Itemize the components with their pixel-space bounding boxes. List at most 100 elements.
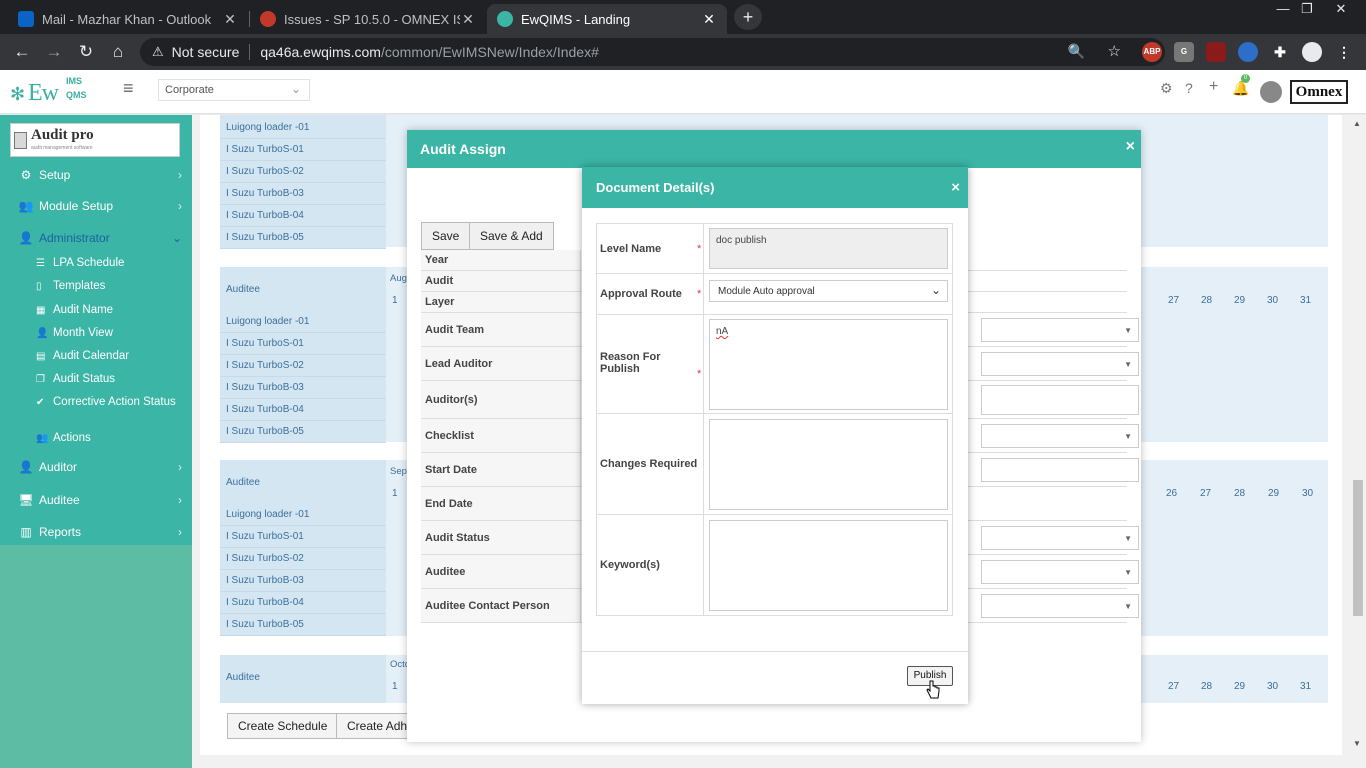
table-row: I Suzu TurboB-05 (220, 421, 386, 443)
sidebar-item-module-setup[interactable]: 👥 Module Setup › (0, 193, 192, 219)
menu-icon[interactable]: ⋮ (1334, 42, 1354, 62)
audit-status-select[interactable]: ▼ (981, 526, 1139, 550)
plus-icon[interactable]: + (1209, 78, 1218, 96)
table-row: Luigong loader -01 (220, 117, 386, 139)
field-label: Approval Route (597, 274, 704, 314)
auditors-input[interactable] (981, 385, 1139, 415)
field-label: Audit Team (421, 313, 581, 346)
table-row: I Suzu TurboB-05 (220, 227, 386, 249)
new-tab-button[interactable]: + (734, 4, 762, 30)
sidebar-item-corrective-action-status[interactable]: ✔ Corrective Action Status (36, 396, 186, 409)
keywords-textarea[interactable] (709, 520, 948, 611)
day-number: 1 (392, 295, 398, 306)
browser-tab-ewqims[interactable]: EwQIMS - Landing ✕ (487, 4, 727, 34)
help-icon[interactable]: ? (1185, 80, 1193, 96)
day-number: 28 (1234, 488, 1246, 499)
notification-badge: 0 (1241, 74, 1250, 83)
forward-icon[interactable]: → (42, 40, 66, 64)
sidebar-sub-label: Templates (53, 280, 106, 292)
sidebar-item-actions[interactable]: 👥 Actions (36, 432, 186, 445)
field-label: Auditee (421, 555, 581, 588)
home-icon[interactable]: ⌂ (106, 40, 130, 64)
site-select[interactable]: Corporate ⌄ (158, 79, 310, 101)
ewqims-logo[interactable]: ✻ Ew IMS QMS (10, 76, 100, 108)
form-row-changes-required: Changes Required (596, 413, 953, 515)
address-bar[interactable]: ⚠ Not secure qa46a.ewqims.com /common/Ew… (140, 38, 1165, 66)
sidebar-lower (0, 545, 192, 768)
page-scrollbar[interactable]: ▲ ▼ (1350, 115, 1366, 768)
save-and-add-button[interactable]: Save & Add (469, 222, 554, 250)
zoom-icon[interactable]: 🔍 (1068, 43, 1085, 60)
back-icon[interactable]: ← (10, 40, 34, 64)
adblock-icon[interactable]: ABP (1142, 42, 1162, 62)
chevron-down-icon: ⌄ (930, 283, 941, 297)
sidebar-item-auditor[interactable]: 👤 Auditor › (0, 454, 192, 480)
form-row-level-name: Level Name * doc publish (596, 223, 953, 274)
day-number: 30 (1267, 681, 1279, 692)
reload-icon[interactable]: ↻ (74, 40, 98, 64)
sidebar-item-setup[interactable]: ⚙ Setup › (0, 162, 192, 188)
hamburger-icon[interactable]: ≡ (123, 78, 134, 99)
sidebar-sub-label: Audit Status (53, 373, 116, 385)
gear-icon[interactable]: ⚙ (1160, 80, 1173, 97)
logo-ims: IMS (66, 76, 83, 86)
field-label: End Date (421, 487, 581, 520)
browser-tab-issues[interactable]: Issues - SP 10.5.0 - OMNEX ISSUE ✕ (250, 4, 486, 34)
sidebar-item-lpa-schedule[interactable]: ☰ LPA Schedule (36, 257, 186, 270)
profile-icon[interactable] (1302, 42, 1322, 62)
save-button[interactable]: Save (421, 222, 471, 250)
auditee-contact-select[interactable]: ▼ (981, 594, 1139, 618)
calendar-icon: ▦ (36, 305, 46, 316)
close-icon[interactable]: ✕ (460, 11, 476, 28)
puzzle-icon[interactable]: ✚ (1270, 42, 1290, 62)
start-date-input[interactable] (981, 458, 1139, 482)
sidebar-item-audit-calendar[interactable]: ▤ Audit Calendar (36, 350, 186, 363)
close-window-icon[interactable]: ✕ (1326, 0, 1356, 20)
checklist-select[interactable]: ▼ (981, 424, 1139, 448)
security-label: Not secure (171, 44, 240, 60)
sidebar-item-administrator[interactable]: 👤 Administrator ⌄ (0, 225, 192, 251)
avatar[interactable] (1260, 81, 1282, 103)
tab-title: Mail - Mazhar Khan - Outlook (42, 11, 212, 27)
lead-auditor-select[interactable]: ▼ (981, 352, 1139, 376)
auditee-header: Auditee (220, 460, 386, 504)
sidebar-item-reports[interactable]: ▥ Reports › (0, 519, 192, 545)
close-icon[interactable]: ✕ (222, 11, 238, 28)
day-number: 1 (392, 488, 398, 499)
auditee-select[interactable]: ▼ (981, 560, 1139, 584)
sidebar-item-templates[interactable]: ▯ Templates (36, 280, 186, 293)
chrome-extension-icon[interactable] (1238, 42, 1258, 62)
sidebar-item-auditee[interactable]: 🖥 Auditee › (0, 487, 192, 513)
chevron-right-icon: › (178, 199, 182, 213)
create-schedule-button[interactable]: Create Schedule (227, 713, 339, 739)
presentation-icon: 🖥 (18, 493, 34, 507)
close-icon[interactable]: × (951, 179, 960, 196)
sidebar-item-label: Setup (39, 168, 71, 182)
restore-icon[interactable]: ❐ (1292, 0, 1322, 20)
approval-route-select[interactable]: Module Auto approval ⌄ (709, 280, 948, 302)
scroll-thumb[interactable] (1353, 480, 1363, 616)
reason-textarea[interactable]: nA (709, 319, 948, 410)
day-number: 1 (392, 681, 398, 692)
pdf-icon[interactable] (1206, 42, 1226, 62)
audit-team-select[interactable]: ▼ (981, 318, 1139, 342)
grammar-icon[interactable]: G (1174, 42, 1194, 62)
close-icon[interactable]: × (1126, 138, 1135, 156)
user-cog-icon: 👤 (18, 231, 34, 245)
day-number: 28 (1201, 295, 1213, 306)
star-icon[interactable]: ☆ (1108, 42, 1121, 60)
scroll-up-icon[interactable]: ▲ (1353, 119, 1361, 128)
sidebar-item-audit-name[interactable]: ▦ Audit Name (36, 304, 186, 317)
changes-required-textarea[interactable] (709, 419, 948, 510)
scroll-down-icon[interactable]: ▼ (1353, 739, 1361, 748)
table-row: Luigong loader -01 (220, 504, 386, 526)
building-icon: ▥ (20, 525, 32, 539)
table-row: Luigong loader -01 (220, 311, 386, 333)
chevron-right-icon: › (178, 460, 182, 474)
sidebar-sub-label: Audit Name (53, 304, 114, 316)
sidebar-item-month-view[interactable]: 👤 Month View (36, 327, 186, 340)
users-icon: 👥 (18, 199, 34, 213)
close-icon[interactable]: ✕ (701, 11, 717, 28)
browser-tab-outlook[interactable]: Mail - Mazhar Khan - Outlook ✕ (8, 4, 248, 34)
sidebar-item-audit-status[interactable]: ❐ Audit Status (36, 373, 186, 386)
